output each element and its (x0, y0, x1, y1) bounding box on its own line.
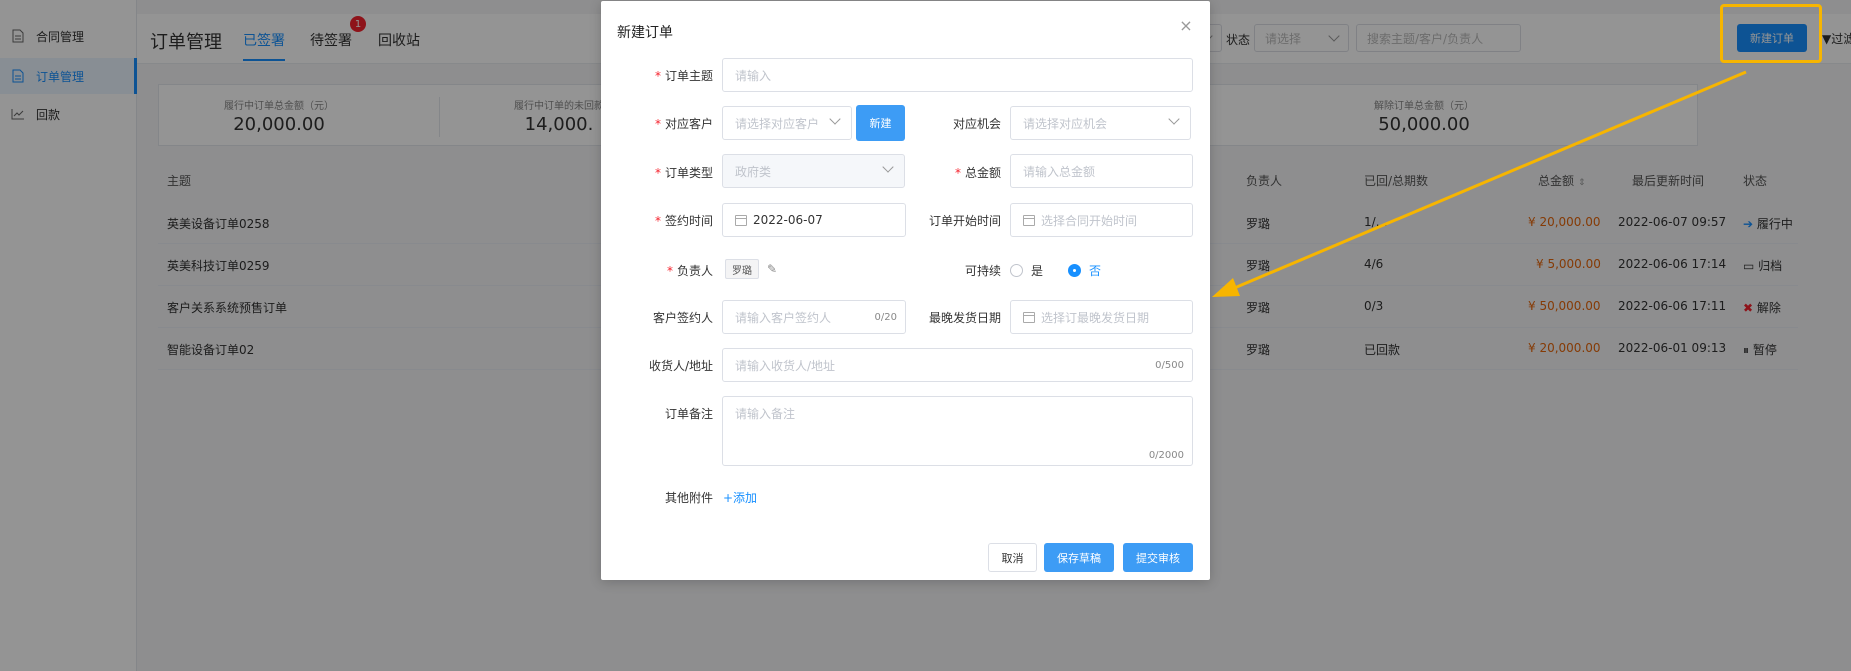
char-count: 0/20 (874, 311, 897, 323)
placeholder: 请输入收货人/地址 (735, 358, 836, 373)
renewable-radio-yes[interactable]: 是 (1010, 262, 1043, 279)
renewable-label: 可持续 (964, 264, 1001, 278)
required-mark: * (654, 166, 661, 180)
placeholder: 请选择对应机会 (1023, 116, 1108, 131)
renewable-radio-no[interactable]: 否 (1068, 262, 1101, 279)
edit-icon[interactable]: ✎ (767, 263, 779, 275)
calendar-icon (735, 214, 747, 226)
subject-label: * 订单主题 (651, 67, 713, 84)
remark-label: 订单备注 (664, 407, 713, 421)
latest-ship-date-picker[interactable]: 选择订最晚发货日期 (1010, 300, 1193, 334)
char-count: 0/500 (1155, 359, 1184, 371)
address-input[interactable]: 请输入收货人/地址 0/500 (722, 348, 1193, 382)
subject-input[interactable]: 请输入 (722, 58, 1193, 92)
cancel-button[interactable]: 取消 (988, 543, 1037, 572)
submit-review-button[interactable]: 提交审核 (1123, 543, 1193, 572)
required-mark: * (666, 264, 673, 278)
owner-tag[interactable]: 罗璐 (725, 259, 759, 279)
total-amount-input[interactable]: 请输入总金额 (1010, 154, 1193, 188)
label-text: 负责人 (676, 264, 713, 278)
add-attachment-link[interactable]: +添加 (723, 489, 757, 506)
required-mark: * (654, 69, 661, 83)
new-customer-button[interactable]: 新建 (856, 105, 905, 141)
latest-ship-date-label: 最晚发货日期 (928, 311, 1001, 325)
order-type-label: * 订单类型 (651, 164, 713, 181)
customer-select[interactable]: 请选择对应客户 (722, 106, 852, 140)
owner-label: * 负责人 (651, 262, 713, 279)
remark-textarea[interactable]: 请输入备注 0/2000 (722, 396, 1193, 466)
placeholder: 请输入客户签约人 (735, 310, 832, 325)
required-mark: * (654, 117, 661, 131)
label-text: 订单主题 (664, 69, 713, 83)
chevron-down-icon (1168, 113, 1180, 125)
required-mark: * (654, 214, 661, 228)
close-icon[interactable]: × (1179, 18, 1193, 34)
order-type-select[interactable]: 政府类 (722, 154, 905, 188)
opportunity-select[interactable]: 请选择对应机会 (1010, 106, 1191, 140)
start-date-label: 订单开始时间 (928, 214, 1001, 228)
placeholder: 选择订最晚发货日期 (1041, 310, 1150, 325)
opportunity-label: 对应机会 (952, 117, 1001, 131)
label-text: 订单类型 (664, 166, 713, 180)
placeholder: 请选择对应客户 (735, 116, 820, 131)
address-label: 收货人/地址 (648, 359, 713, 373)
customer-signer-input[interactable]: 请输入客户签约人 0/20 (722, 300, 906, 334)
attachment-label: 其他附件 (664, 491, 713, 505)
placeholder: 选择合同开始时间 (1041, 213, 1138, 228)
calendar-icon (1023, 311, 1035, 323)
radio-icon (1010, 264, 1023, 277)
customer-signer-label: 客户签约人 (652, 311, 713, 325)
label-text: 总金额 (964, 166, 1001, 180)
date-value: 2022-06-07 (753, 213, 823, 227)
radio-label: 否 (1089, 264, 1102, 278)
chevron-down-icon (882, 161, 894, 173)
label-text: 对应客户 (664, 117, 713, 131)
placeholder: 请输入备注 (735, 407, 796, 421)
placeholder: 请输入 (735, 68, 772, 83)
start-date-picker[interactable]: 选择合同开始时间 (1010, 203, 1193, 237)
save-draft-button[interactable]: 保存草稿 (1044, 543, 1114, 572)
chevron-down-icon (829, 113, 841, 125)
radio-checked-icon (1068, 264, 1081, 277)
customer-label: * 对应客户 (651, 115, 713, 132)
required-mark: * (954, 166, 961, 180)
highlight-annotation (1720, 4, 1822, 63)
char-count: 0/2000 (1148, 450, 1184, 461)
placeholder: 请输入总金额 (1023, 164, 1096, 179)
selected-value: 政府类 (735, 164, 772, 179)
label-text: 签约时间 (664, 214, 713, 228)
new-order-dialog: 新建订单 × * 订单主题 请输入 * 对应客户 请选择对应客户 新建 对应机会 请… (601, 1, 1210, 580)
sign-date-label: * 签约时间 (651, 212, 713, 229)
calendar-icon (1023, 214, 1035, 226)
radio-label: 是 (1031, 264, 1044, 278)
total-amount-label: * 总金额 (941, 164, 1001, 181)
sign-date-picker[interactable]: 2022-06-07 (722, 203, 906, 237)
dialog-title: 新建订单 (617, 25, 673, 41)
